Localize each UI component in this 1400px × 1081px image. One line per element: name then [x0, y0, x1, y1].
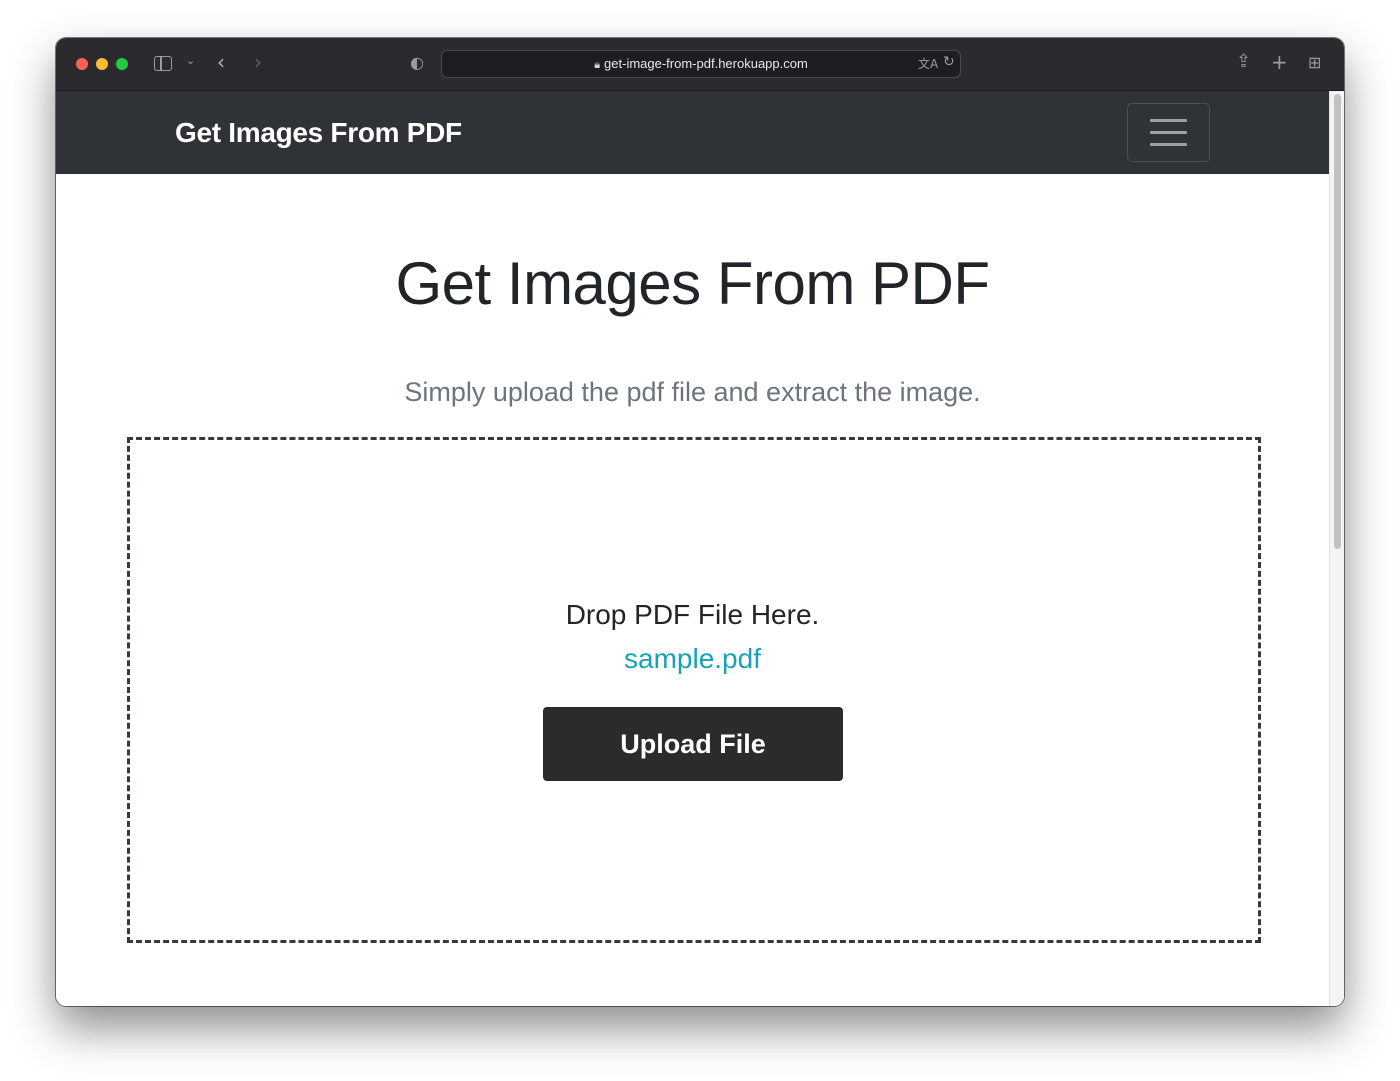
forward-icon[interactable]: ›: [254, 50, 262, 74]
zoom-window-button[interactable]: [116, 58, 128, 70]
url-text: get-image-from-pdf.herokuapp.com: [604, 56, 808, 71]
tab-overview-icon[interactable]: ⊞: [1308, 53, 1321, 72]
pdf-drop-zone[interactable]: [127, 437, 1261, 943]
chevron-down-icon[interactable]: ⌄: [186, 54, 195, 67]
close-window-button[interactable]: [76, 58, 88, 70]
hamburger-icon-bar: [1150, 143, 1187, 146]
site-navbar: Get Images From PDF: [56, 91, 1329, 174]
address-bar[interactable]: 🔒︎ get-image-from-pdf.herokuapp.com: [441, 50, 961, 78]
browser-window: ⌄ ‹ › ◐ 🔒︎ get-image-from-pdf.herokuapp.c…: [56, 38, 1344, 1006]
lock-icon: 🔒︎: [594, 59, 601, 71]
selected-file-link[interactable]: sample.pdf: [56, 643, 1329, 675]
translate-icon[interactable]: 文A: [918, 55, 938, 72]
reload-icon[interactable]: ↻: [943, 54, 955, 70]
hamburger-icon: [1150, 119, 1187, 122]
page-viewport: Get Images From PDF Get Images From PDF …: [56, 91, 1344, 1006]
hamburger-icon-bar: [1150, 131, 1187, 134]
navbar-toggler-button[interactable]: [1127, 103, 1210, 162]
upload-file-button[interactable]: Upload File: [543, 707, 843, 781]
page-scrollbar[interactable]: [1329, 91, 1344, 1006]
page-title: Get Images From PDF: [395, 250, 990, 317]
page-subtitle: Simply upload the pdf file and extract t…: [404, 377, 981, 407]
privacy-shield-icon[interactable]: ◐: [410, 53, 424, 72]
new-tab-icon[interactable]: +: [1271, 50, 1288, 74]
drop-prompt: Drop PDF File Here.: [565, 599, 820, 630]
share-icon[interactable]: ⇪: [1236, 51, 1251, 72]
browser-toolbar: ⌄ ‹ › ◐ 🔒︎ get-image-from-pdf.herokuapp.c…: [56, 38, 1344, 91]
minimize-window-button[interactable]: [96, 58, 108, 70]
sidebar-toggle-icon[interactable]: [154, 56, 172, 71]
navbar-brand[interactable]: Get Images From PDF: [175, 91, 462, 174]
back-icon[interactable]: ‹: [217, 50, 225, 74]
address-text-row: 🔒︎ get-image-from-pdf.herokuapp.com: [442, 51, 960, 77]
scrollbar-thumb[interactable]: [1334, 94, 1341, 549]
